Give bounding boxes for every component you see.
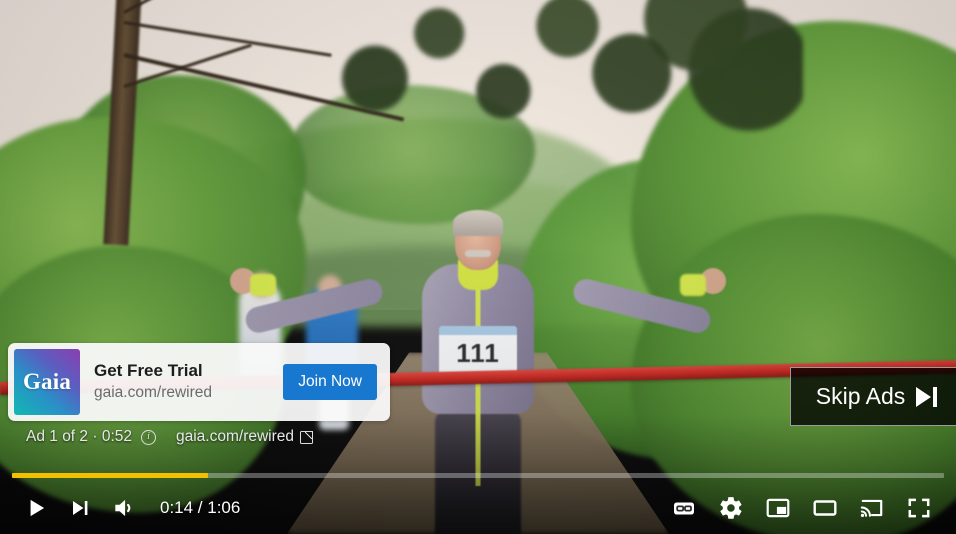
ad-info-row: Ad 1 of 2 · 0:52 i gaia.com/rewired <box>26 428 314 446</box>
settings-button[interactable] <box>707 486 754 530</box>
theater-mode-button[interactable] <box>801 486 848 530</box>
runner-wristband-right <box>680 273 706 296</box>
info-icon[interactable]: i <box>141 429 156 445</box>
ad-overlay-card[interactable]: Gaia Get Free Trial gaia.com/rewired Joi… <box>8 343 390 421</box>
external-link-icon <box>300 430 314 444</box>
miniplayer-button[interactable] <box>754 486 801 530</box>
progress-played <box>12 473 208 478</box>
ad-display-url[interactable]: gaia.com/rewired <box>94 383 275 404</box>
ad-title[interactable]: Get Free Trial <box>94 360 275 381</box>
fullscreen-button[interactable] <box>895 486 942 530</box>
controls-bar: 0:14 / 1:06 <box>0 482 956 534</box>
ad-text-block: Get Free Trial gaia.com/rewired <box>80 360 283 404</box>
skip-ads-label: Skip Ads <box>815 383 906 409</box>
cast-button[interactable] <box>848 486 895 530</box>
volume-button[interactable] <box>102 486 146 530</box>
controls-right-group <box>660 486 942 530</box>
time-display: 0:14 / 1:06 <box>160 498 241 517</box>
play-button[interactable] <box>14 486 58 530</box>
controls-left-group: 0:14 / 1:06 <box>14 486 240 530</box>
runner-wristband-left <box>250 273 276 296</box>
advertiser-logo[interactable]: Gaia <box>14 349 80 415</box>
progress-bar[interactable] <box>12 473 944 478</box>
race-bib-number: 111 <box>456 338 500 369</box>
ad-visit-url: gaia.com/rewired <box>176 428 295 445</box>
video-player[interactable]: 111 Gaia Get Free Trial gaia.com/rewired… <box>0 0 956 534</box>
video-frame[interactable]: 111 <box>0 0 956 534</box>
subtitles-button[interactable] <box>660 486 707 530</box>
ad-counter-text: Ad 1 of 2 · 0:52 <box>26 428 132 445</box>
tree-canopy <box>267 0 804 161</box>
advertiser-logo-text: Gaia <box>22 369 72 394</box>
skip-next-icon <box>916 386 938 407</box>
skip-ads-button[interactable]: Skip Ads <box>790 367 956 426</box>
next-video-button[interactable] <box>58 486 102 530</box>
ad-cta-button[interactable]: Join Now <box>283 364 377 400</box>
ad-visit-link[interactable]: gaia.com/rewired <box>176 428 314 446</box>
runner-moustache <box>465 249 491 257</box>
runner-hair <box>453 209 503 236</box>
